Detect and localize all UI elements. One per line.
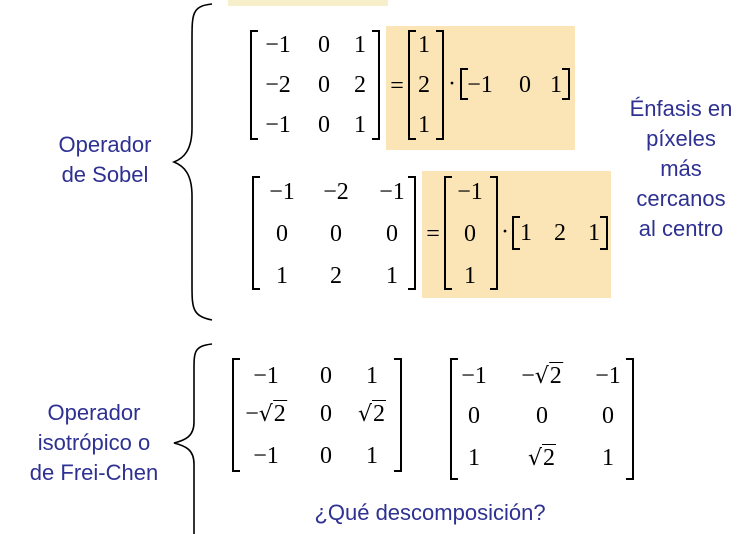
emphasis-label-line-0: Énfasis en: [629, 96, 733, 121]
matrix-cell: −2: [265, 72, 291, 98]
matrix-cell: 0: [602, 403, 614, 429]
matrix-cell: 1: [588, 220, 600, 246]
gx-col-right-bracket: [436, 30, 444, 140]
matrix-cell: 2: [554, 220, 566, 246]
matrix-cell: 1: [276, 263, 288, 289]
matrix-cell: 0: [519, 72, 531, 98]
equals-sign-2: =: [426, 221, 440, 247]
matrix-cell: 1: [520, 220, 532, 246]
emphasis-label-line-2: más: [660, 156, 702, 181]
matrix-cell: 0: [320, 443, 332, 469]
sobel-label-line-0: Operador: [58, 132, 152, 157]
matrix-cell: −1: [379, 179, 405, 205]
matrix-cell: 1: [468, 445, 480, 471]
matrix-cell: 0: [318, 72, 330, 98]
gx-row-right-bracket: [562, 68, 570, 100]
emphasis-note: Énfasis en píxeles más cercanos al centro: [606, 94, 746, 244]
matrix-cell: 0: [320, 363, 332, 389]
matrix-cell: −1: [253, 363, 279, 389]
matrix-cell: 0: [468, 403, 480, 429]
gy-row-left-bracket: [512, 216, 520, 250]
matrix-cell: 2: [354, 72, 366, 98]
freichen-label-line-1: isotrópico o: [37, 430, 151, 455]
gy-left-bracket: [252, 176, 260, 290]
fc1-right-bracket: [394, 358, 402, 472]
sobel-operator-label: Operador de Sobel: [30, 130, 180, 190]
emphasis-label-line-1: píxeles: [646, 126, 716, 151]
dot-operator-2: ·: [501, 219, 509, 245]
matrix-cell: 1: [366, 363, 378, 389]
matrix-cell: 0: [320, 401, 332, 427]
equals-sign: =: [390, 73, 404, 99]
matrix-cell: 0: [276, 221, 288, 247]
decomposition-question: ¿Qué descomposición?: [314, 500, 546, 525]
emphasis-label-line-4: al centro: [638, 216, 724, 241]
matrix-cell: 1: [354, 112, 366, 138]
matrix-cell: 1: [418, 32, 430, 58]
gy-row-right-bracket: [600, 216, 608, 250]
matrix-cell: 0: [318, 112, 330, 138]
matrix-cell: 2: [330, 263, 342, 289]
matrix-cell: −2: [323, 179, 349, 205]
matrix-cell: √2: [527, 444, 557, 471]
matrix-cell: 1: [386, 263, 398, 289]
gx-left-bracket: [250, 30, 258, 140]
matrix-cell: −1: [595, 363, 621, 389]
matrix-cell: −1: [265, 112, 291, 138]
matrix-cell: 1: [418, 112, 430, 138]
matrix-cell: −1: [265, 32, 291, 58]
freichen-label-line-0: Operador: [47, 400, 141, 425]
gy-col-left-bracket: [444, 176, 452, 290]
top-edge-fragment: [228, 0, 388, 6]
matrix-cell: 0: [464, 221, 476, 247]
matrix-cell: √2: [357, 400, 387, 427]
dot-operator: ·: [448, 71, 456, 97]
matrix-cell: 0: [330, 221, 342, 247]
matrix-cell: −√2: [521, 362, 563, 389]
matrix-cell: 0: [536, 403, 548, 429]
matrix-cell: −1: [269, 179, 295, 205]
gy-right-bracket: [408, 176, 416, 290]
gx-col-left-bracket: [408, 30, 416, 140]
matrix-cell: 1: [602, 445, 614, 471]
fc2-right-bracket: [626, 358, 634, 480]
matrix-cell: −1: [253, 443, 279, 469]
matrix-cell: −1: [457, 179, 483, 205]
fc1-left-bracket: [232, 358, 240, 472]
matrix-cell: 0: [318, 32, 330, 58]
sobel-label-line-1: de Sobel: [61, 162, 149, 187]
matrix-cell: 1: [354, 32, 366, 58]
matrix-cell: 1: [366, 443, 378, 469]
matrix-cell: −√2: [245, 400, 287, 427]
emphasis-label-line-3: cercanos: [636, 186, 726, 211]
matrix-cell: 2: [418, 72, 430, 98]
freichen-label-line-2: de Frei-Chen: [29, 460, 159, 485]
matrix-cell: 0: [386, 221, 398, 247]
matrix-cell: 1: [550, 72, 562, 98]
gx-right-bracket: [372, 30, 380, 140]
freichen-operator-label: Operador isotrópico o de Frei-Chen: [10, 398, 178, 488]
fc2-left-bracket: [450, 358, 458, 480]
gy-col-right-bracket: [490, 176, 498, 290]
matrix-cell: −1: [461, 363, 487, 389]
matrix-cell: −1: [467, 72, 493, 98]
matrix-cell: 1: [464, 263, 476, 289]
